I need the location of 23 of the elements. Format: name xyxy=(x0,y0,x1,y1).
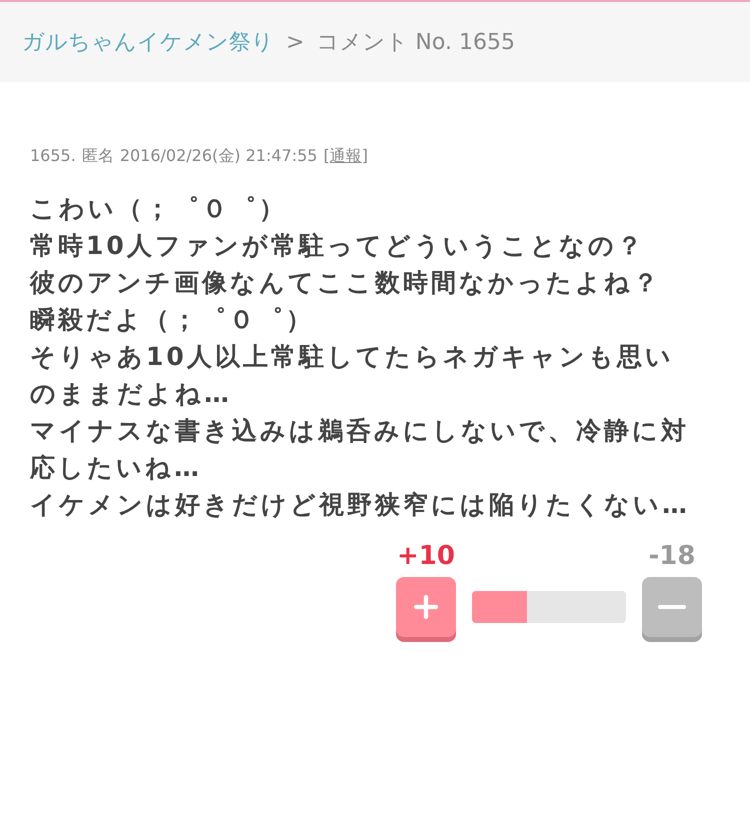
comment-line: イケメンは好きだけど視野狭窄には陥りたくない… xyxy=(30,489,691,521)
minus-icon xyxy=(658,605,686,609)
comment-line: マイナスな書き込みは鵜呑みにしないで、冷静に対 xyxy=(30,415,690,447)
comment-line: 彼のアンチ画像なんてここ数時間なかったよね？ xyxy=(30,267,662,299)
comment-author: 匿名 xyxy=(82,145,114,167)
minus-button[interactable] xyxy=(642,577,702,637)
comment-date: 2016/02/26(金) 21:47:55 xyxy=(120,145,318,167)
comment-line: 応したいね… xyxy=(30,452,203,484)
comment-line: のままだよね… xyxy=(30,378,233,410)
breadcrumb-link[interactable]: ガルちゃんイケメン祭り xyxy=(22,26,274,58)
bracket-close: ] xyxy=(362,145,368,167)
comment-line: 瞬殺だよ（；゜０゜） xyxy=(30,304,315,336)
breadcrumb-separator: > xyxy=(286,28,304,56)
breadcrumb-current: コメント No. 1655 xyxy=(316,28,515,56)
comment-line: 常時10人ファンが常駐ってどういうことなの？ xyxy=(30,230,646,262)
plus-button[interactable] xyxy=(396,577,456,637)
bracket-open: [ xyxy=(323,145,330,167)
comment-line: こわい（；゜０゜） xyxy=(30,193,288,225)
minus-count: -18 xyxy=(648,541,696,571)
comment-line: そりゃあ10人以上常駐してたらネガキャンも思い xyxy=(30,341,675,373)
report-link[interactable]: 通報 xyxy=(330,144,362,168)
plus-count: +10 xyxy=(396,541,456,571)
comment-number: 1655. xyxy=(30,145,76,167)
